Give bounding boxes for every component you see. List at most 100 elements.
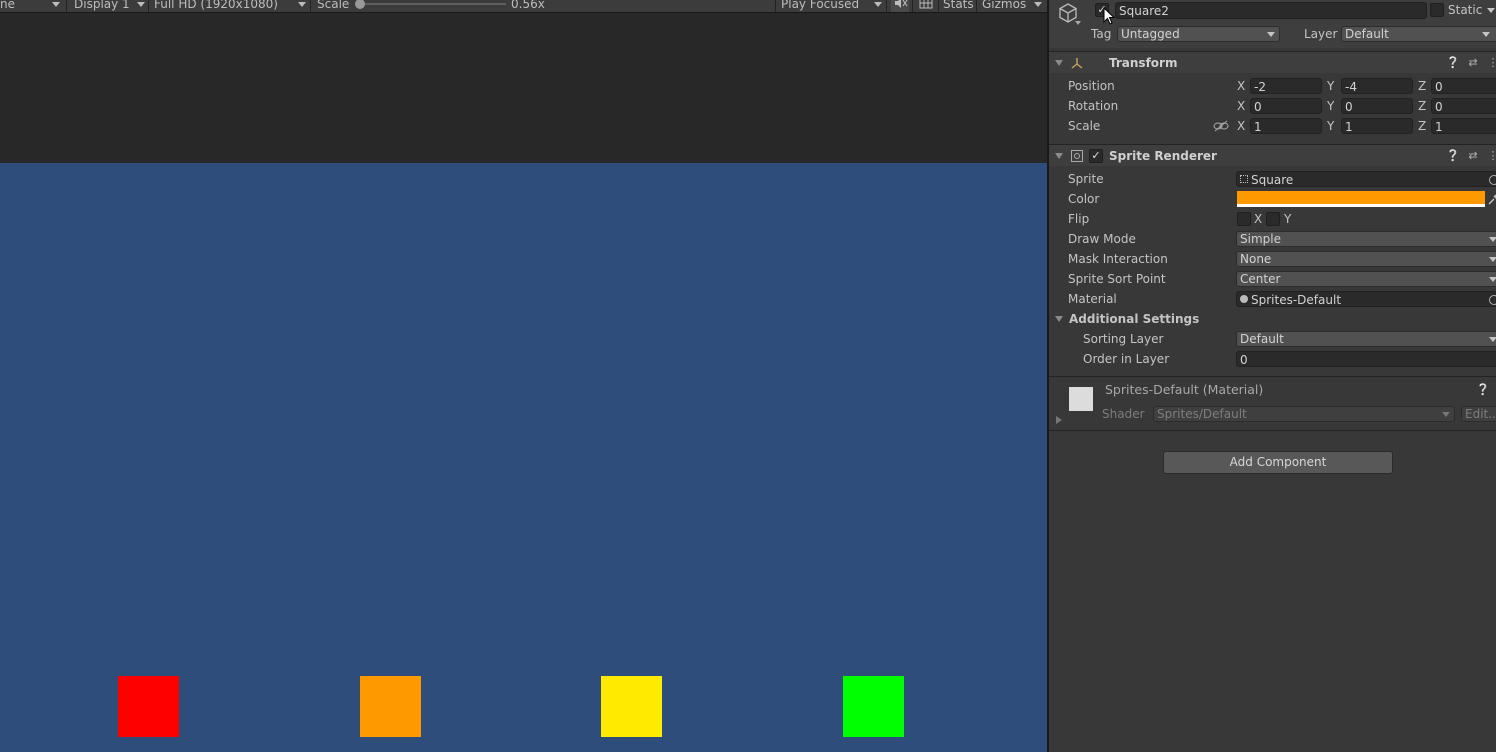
- static-checkbox[interactable]: [1430, 3, 1444, 17]
- eyedropper-icon[interactable]: [1488, 193, 1496, 208]
- mask-interaction-dropdown[interactable]: None: [1236, 251, 1496, 267]
- flip-y-label: Y: [1284, 212, 1292, 226]
- sprite-renderer-enabled-checkbox[interactable]: ✓: [1089, 149, 1103, 163]
- resolution-dropdown[interactable]: Full HD (1920x1080): [154, 0, 278, 12]
- chevron-down-icon: [1034, 2, 1042, 7]
- position-y-field[interactable]: -4: [1341, 78, 1413, 94]
- gizmos-button[interactable]: Gizmos: [982, 0, 1026, 12]
- color-label: Color: [1068, 192, 1100, 206]
- tag-dropdown[interactable]: Untagged: [1117, 26, 1280, 42]
- chevron-down-icon: [1267, 32, 1275, 37]
- axis-y-label: Y: [1327, 79, 1335, 93]
- icon-dropdown-caret[interactable]: [1075, 21, 1081, 25]
- mouse-cursor-icon: [1103, 6, 1116, 28]
- rotation-y-field[interactable]: 0: [1341, 98, 1413, 114]
- sprite-sort-point-dropdown[interactable]: Center: [1236, 271, 1496, 287]
- axis-x-label: X: [1237, 99, 1246, 113]
- sorting-layer-label: Sorting Layer: [1083, 332, 1164, 346]
- flip-label: Flip: [1068, 212, 1090, 226]
- order-in-layer-label: Order in Layer: [1083, 352, 1170, 366]
- presets-icon[interactable]: ⇄: [1466, 56, 1480, 70]
- rotation-x-field[interactable]: 0: [1250, 98, 1322, 114]
- mute-audio-icon[interactable]: [891, 0, 909, 12]
- shader-value: Sprites/Default: [1157, 407, 1247, 421]
- foldout-arrow-icon[interactable]: [1055, 153, 1063, 159]
- foldout-arrow-icon[interactable]: [1055, 316, 1063, 322]
- flip-x-checkbox[interactable]: [1237, 212, 1251, 226]
- transform-header[interactable]: Transform ❔ ⇄ ⋮: [1049, 51, 1496, 73]
- static-dropdown-caret[interactable]: [1487, 8, 1495, 13]
- position-z-field[interactable]: 0: [1431, 78, 1496, 94]
- scale-x-field[interactable]: 1: [1250, 118, 1322, 134]
- view-mode-dropdown[interactable]: ne: [0, 0, 15, 12]
- axis-y-label: Y: [1327, 119, 1335, 133]
- play-mode-dropdown[interactable]: Play Focused: [781, 0, 859, 12]
- material-object-field[interactable]: Sprites-Default: [1236, 291, 1496, 307]
- sprite-value: Square: [1251, 173, 1294, 187]
- toolbar-divider: [886, 0, 887, 12]
- add-component-button[interactable]: Add Component: [1163, 451, 1393, 474]
- section-divider: [1049, 430, 1496, 431]
- object-name-field[interactable]: Square2: [1115, 2, 1427, 19]
- scale-label: Scale: [317, 0, 350, 11]
- axis-y-label: Y: [1327, 99, 1335, 113]
- scale-value: 0.56x: [511, 0, 545, 11]
- sprite-object-field[interactable]: Square: [1236, 171, 1496, 187]
- scale-slider-track[interactable]: [358, 3, 506, 5]
- rotation-z-field[interactable]: 0: [1431, 98, 1496, 114]
- sprite-renderer-title: Sprite Renderer: [1109, 149, 1217, 163]
- object-picker-icon[interactable]: [1489, 175, 1496, 185]
- static-label: Static: [1448, 3, 1483, 17]
- layer-dropdown[interactable]: Default: [1341, 26, 1496, 42]
- scale-y-field[interactable]: 1: [1341, 118, 1413, 134]
- toolbar-divider: [775, 0, 776, 12]
- stats-grid-icon[interactable]: [918, 0, 934, 12]
- toolbar-divider: [310, 0, 311, 12]
- help-icon[interactable]: ❔: [1476, 383, 1490, 397]
- section-divider: [1049, 376, 1496, 377]
- stats-button[interactable]: Stats: [943, 0, 974, 12]
- more-options-icon[interactable]: ⋮: [1486, 56, 1496, 70]
- draw-mode-value: Simple: [1240, 232, 1281, 246]
- chevron-down-icon: [298, 2, 306, 7]
- green-square: [843, 676, 904, 737]
- order-in-layer-field[interactable]: 0: [1236, 351, 1496, 367]
- help-icon[interactable]: ❔: [1446, 149, 1460, 163]
- constrain-proportions-icon[interactable]: [1213, 120, 1229, 135]
- chevron-down-icon: [1489, 277, 1496, 282]
- material-value: Sprites-Default: [1251, 293, 1342, 307]
- expand-arrow-icon[interactable]: [1056, 416, 1062, 424]
- draw-mode-label: Draw Mode: [1068, 232, 1136, 246]
- shader-edit-button[interactable]: Edit...: [1461, 406, 1496, 422]
- display-dropdown[interactable]: Display 1: [74, 0, 130, 12]
- help-icon[interactable]: ❔: [1446, 56, 1460, 70]
- additional-settings-foldout[interactable]: Additional Settings: [1069, 309, 1199, 329]
- toolbar-divider: [912, 0, 913, 12]
- chevron-down-icon: [1442, 412, 1450, 417]
- color-swatch[interactable]: [1237, 191, 1485, 207]
- object-picker-icon[interactable]: [1489, 295, 1496, 305]
- chevron-down-icon: [1489, 337, 1496, 342]
- shader-dropdown[interactable]: Sprites/Default: [1153, 406, 1455, 422]
- layer-label: Layer: [1304, 27, 1338, 41]
- sorting-layer-value: Default: [1240, 332, 1284, 346]
- sprite-renderer-header[interactable]: ✓ Sprite Renderer ❔ ⇄ ⋮: [1049, 144, 1496, 166]
- sprite-renderer-icon: [1070, 149, 1084, 166]
- inspector-panel: ✓ Square2 Static Tag Untagged Layer Defa…: [1049, 0, 1496, 752]
- scale-slider-thumb[interactable]: [355, 0, 365, 9]
- draw-mode-dropdown[interactable]: Simple: [1236, 231, 1496, 247]
- position-x-field[interactable]: -2: [1250, 78, 1322, 94]
- scale-z-field[interactable]: 1: [1431, 118, 1496, 134]
- chevron-down-icon: [1482, 32, 1490, 37]
- foldout-arrow-icon[interactable]: [1055, 60, 1063, 66]
- sorting-layer-dropdown[interactable]: Default: [1236, 331, 1496, 347]
- game-viewport[interactable]: [0, 163, 1047, 752]
- toolbar-divider: [938, 0, 939, 12]
- transform-icon: [1070, 56, 1084, 73]
- chevron-down-icon: [1489, 237, 1496, 242]
- flip-y-checkbox[interactable]: [1266, 212, 1280, 226]
- more-options-icon[interactable]: ⋮: [1486, 149, 1496, 163]
- material-label: Material: [1068, 292, 1117, 306]
- rotation-label: Rotation: [1068, 99, 1119, 113]
- presets-icon[interactable]: ⇄: [1466, 149, 1480, 163]
